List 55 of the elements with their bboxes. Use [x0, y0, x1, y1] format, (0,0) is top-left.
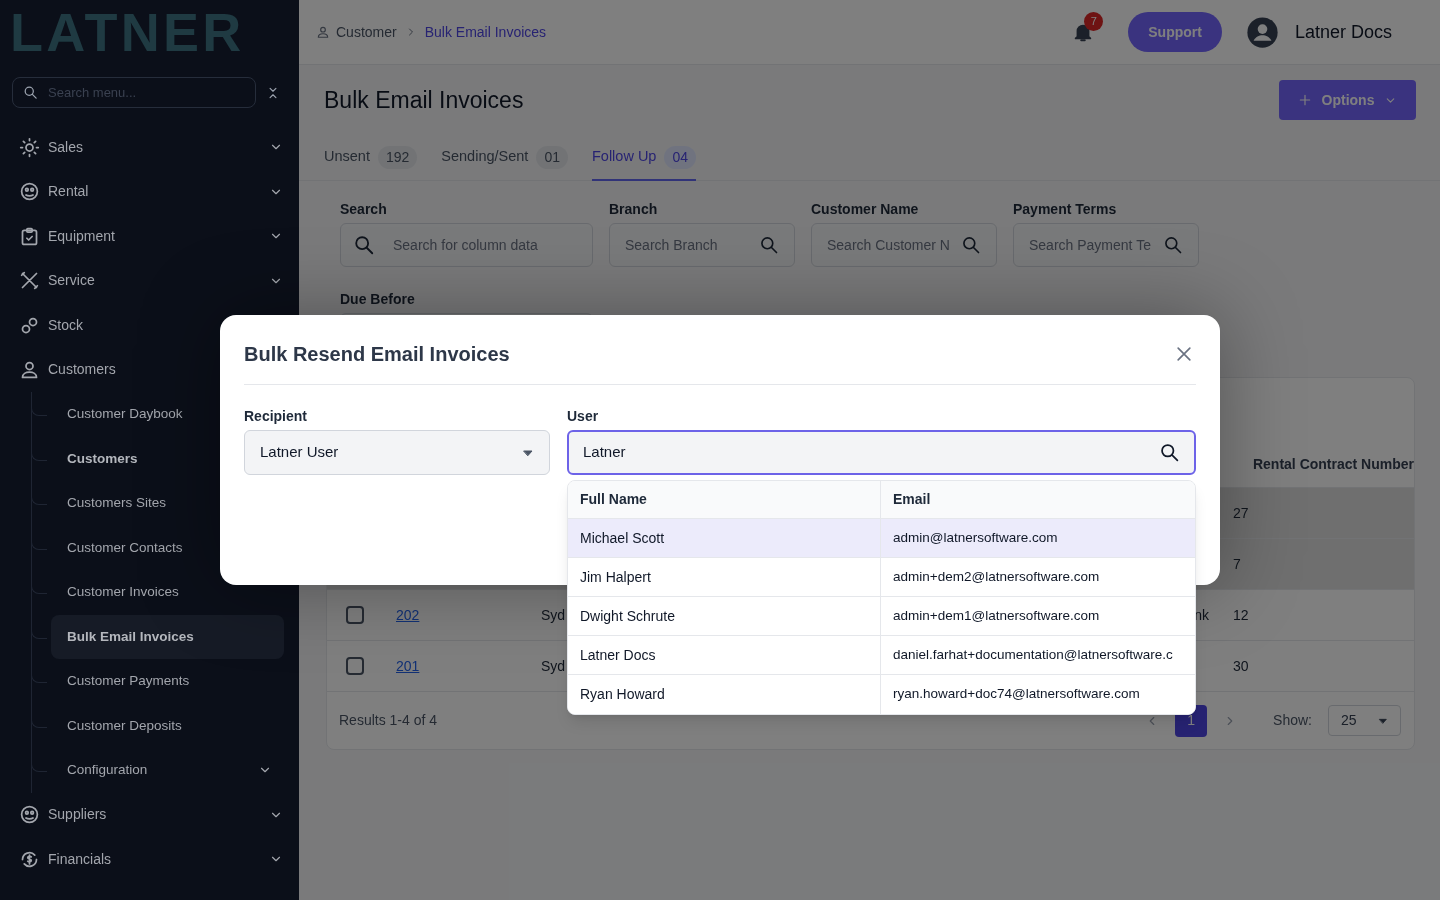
sidebar-subitem[interactable]: Customer Payments — [51, 659, 284, 704]
user-option[interactable]: Ryan Howard ryan.howard+doc74@latnersoftware.com — [568, 675, 1195, 714]
table-cell: 30 — [1233, 658, 1249, 674]
breadcrumb-link[interactable]: Customer — [336, 21, 397, 43]
sidebar-item[interactable]: Suppliers — [0, 792, 299, 837]
user-option[interactable]: Latner Docs daniel.farhat+documentation@latnersoftware.c — [568, 636, 1195, 675]
field-label: User — [567, 407, 600, 426]
field-label: Payment Terms — [1013, 200, 1118, 217]
sidebar-item[interactable]: Service — [0, 258, 299, 303]
field-label: Due Before — [340, 290, 416, 307]
table-cell-text: admin+dem1@latnersoftware.com — [893, 606, 1100, 625]
column-header: Rental Contract Number — [1251, 454, 1414, 474]
count-badge: 04 — [664, 145, 696, 169]
count-badge: 192 — [377, 145, 418, 169]
field-label: Search — [340, 200, 388, 217]
user-name[interactable]: Latner Docs — [1294, 18, 1392, 46]
results-text: Results 1-4 of 4 — [339, 711, 438, 730]
notification-badge: 7 — [1084, 12, 1104, 31]
table-cell-text: ryan.howard+doc74@latnersoftware.com — [893, 685, 1140, 704]
table-cell-text: Jim Halpert — [580, 567, 651, 587]
sidebar-subitem[interactable]: Customer Invoices — [51, 570, 284, 615]
table-cell-text: daniel.farhat+documentation@latnersoftware.c — [893, 645, 1173, 664]
user-search-field[interactable]: Latner — [567, 430, 1196, 475]
table-cell: 27 — [1233, 505, 1249, 521]
sidebar-subitem[interactable]: Customer Deposits — [51, 703, 284, 748]
show-label: Show: — [1273, 711, 1312, 730]
page-title: Bulk Email Invoices — [324, 85, 524, 115]
table-cell-text: Michael Scott — [580, 528, 665, 548]
table-cell: Syd — [541, 658, 566, 674]
table-cell-text: Latner Docs — [580, 645, 656, 665]
sidebar-item[interactable]: Rental — [0, 169, 299, 214]
sidebar-item[interactable]: Equipment — [0, 214, 299, 259]
sidebar-subitem[interactable]: Bulk Email Invoices — [51, 614, 284, 659]
recipient-select[interactable]: Latner User — [244, 430, 550, 475]
table-cell-text: admin+dem2@latnersoftware.com — [893, 567, 1100, 586]
table-cell: 7 — [1233, 556, 1241, 572]
sidebar-subitem[interactable]: Configuration — [51, 748, 284, 793]
sidebar-item[interactable]: Sales — [0, 125, 299, 170]
table-cell: 12 — [1233, 607, 1249, 623]
field-label: Recipient — [244, 407, 308, 426]
table-cell: Syd — [541, 607, 566, 623]
table-cell-text: Dwight Schrute — [580, 606, 675, 626]
table-cell-text: Ryan Howard — [580, 685, 665, 704]
count-badge: 01 — [536, 145, 568, 169]
user-option[interactable]: Dwight Schrute admin+dem1@latnersoftware.com — [568, 597, 1195, 636]
user-option[interactable]: Jim Halpert admin+dem2@latnersoftware.com — [568, 558, 1195, 597]
column-header: Full Name — [580, 490, 647, 509]
sidebar-item[interactable]: Financials — [0, 837, 299, 882]
modal-title: Bulk Resend Email Invoices — [244, 341, 510, 367]
table-cell-text: admin@latnersoftware.com — [893, 528, 1058, 547]
field-label: Branch — [609, 200, 659, 217]
page-size-select[interactable]: 25 — [1328, 705, 1401, 736]
column-header: Email — [893, 490, 931, 509]
field-label: Customer Name — [811, 200, 920, 217]
user-option[interactable]: Michael Scott admin@latnersoftware.com — [568, 519, 1195, 558]
